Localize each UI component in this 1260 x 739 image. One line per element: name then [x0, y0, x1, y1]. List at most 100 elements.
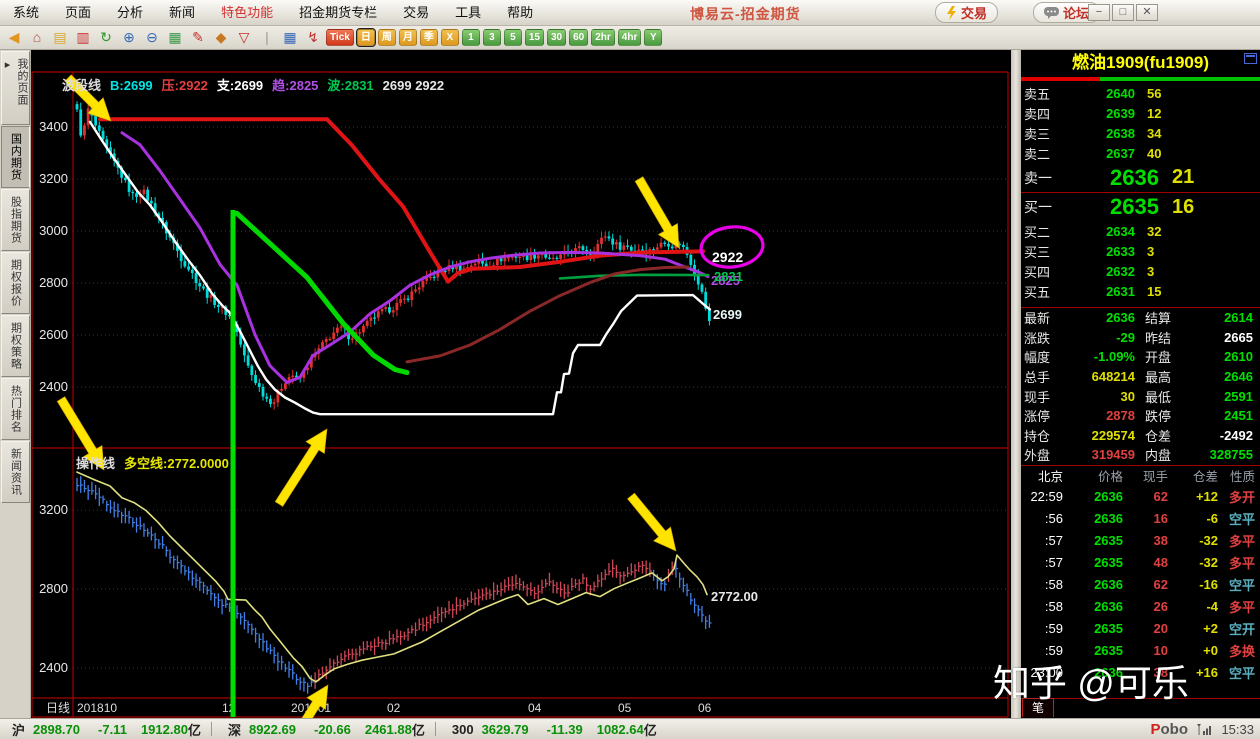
trade-button[interactable]: 交易 — [935, 2, 998, 23]
period-button-日[interactable]: 日 — [357, 29, 375, 46]
panel-restore-icon[interactable] — [1244, 53, 1257, 64]
menu-帮助[interactable]: 帮助 — [494, 0, 546, 25]
brush-icon[interactable]: ◆ — [211, 28, 231, 47]
menu-系统[interactable]: 系统 — [0, 0, 52, 25]
trade-type: 多开 — [1218, 487, 1258, 506]
draw-icon[interactable]: ✎ — [188, 28, 208, 47]
period-button-4hr[interactable]: 4hr — [618, 29, 642, 46]
trade-col-header: 性质 — [1218, 466, 1258, 485]
trade-type: 空平 — [1218, 509, 1258, 528]
trend-icon[interactable]: ↯ — [303, 28, 323, 47]
menu-新闻[interactable]: 新闻 — [156, 0, 208, 25]
trade-volume: 20 — [1123, 621, 1168, 636]
ask-row-3[interactable]: 卖三263834 — [1021, 123, 1260, 143]
svg-text:02: 02 — [387, 701, 401, 715]
trade-time: :57 — [1021, 555, 1063, 570]
home-icon[interactable]: ⌂ — [27, 28, 47, 47]
tick-trade-list[interactable]: 北京价格现手仓差性质22:59263662+12多开:56263616-6空平:… — [1021, 465, 1260, 683]
period-button-3[interactable]: 3 — [483, 29, 501, 46]
trade-price: 2635 — [1063, 533, 1123, 548]
bid-row-2[interactable]: 买二263432 — [1021, 221, 1260, 241]
sidebar-item-期权报价[interactable]: 期权报价 — [1, 252, 30, 314]
menu-招金期货专栏[interactable]: 招金期货专栏 — [286, 0, 390, 25]
bid-row-4[interactable]: 买四26323 — [1021, 261, 1260, 281]
period-button-周[interactable]: 周 — [378, 29, 396, 46]
book-label: 买四 — [1021, 262, 1067, 281]
index-name: 沪 — [12, 720, 25, 739]
maximize-button[interactable]: □ — [1112, 4, 1134, 21]
zoom-in-icon[interactable]: ⊕ — [119, 28, 139, 47]
period-button-1[interactable]: 1 — [462, 29, 480, 46]
index-change: -20.66 — [314, 722, 351, 737]
stat-row: 总手648214最高2646 — [1021, 367, 1260, 387]
overlay-icon[interactable]: ▦ — [165, 28, 185, 47]
period-button-Y[interactable]: Y — [644, 29, 662, 46]
stat-value: 2665 — [1181, 330, 1253, 345]
index-value: 3629.79 — [482, 722, 529, 737]
period-button-2hr[interactable]: 2hr — [591, 29, 615, 46]
book-label: 买一 — [1021, 197, 1067, 217]
menu-特色功能[interactable]: 特色功能 — [208, 0, 286, 25]
upper-indicator-legend: 波段线B:2699压:2922支:2699趋:2825波:28312699 29… — [62, 75, 453, 94]
book-price: 2635 — [1067, 194, 1159, 220]
sidebar-item-期权策略[interactable]: 期权策略 — [1, 315, 30, 377]
period-button-30[interactable]: 30 — [547, 29, 566, 46]
trade-oi-diff: +2 — [1168, 621, 1218, 636]
price-label: 2699 — [713, 307, 742, 322]
candlestick-chart[interactable]: 340032003000280026002400320028002400日线20… — [31, 50, 1011, 718]
index-change: -11.39 — [547, 722, 583, 737]
close-button[interactable]: ✕ — [1136, 4, 1158, 21]
period-button-X[interactable]: X — [441, 29, 459, 46]
stat-label: 开盘 — [1135, 347, 1181, 366]
price-label: 2831 — [714, 269, 743, 284]
index-quotes: 沪2898.70-7.111912.80亿深8922.69-20.662461.… — [0, 720, 663, 739]
sidebar-item-新闻资讯[interactable]: 新闻资讯 — [1, 441, 30, 503]
index-amount: 1912.80 — [141, 722, 188, 737]
watermark: 知乎 @可乐 — [993, 653, 1189, 707]
trade-price: 2636 — [1063, 511, 1123, 526]
period-button-15[interactable]: 15 — [525, 29, 544, 46]
quote-board-icon[interactable]: ▦ — [280, 28, 300, 47]
ask-row-2[interactable]: 卖二263740 — [1021, 143, 1260, 163]
back-icon[interactable]: ◀ — [4, 28, 24, 47]
book-price: 2639 — [1067, 106, 1135, 121]
sidebar-item-我的页面[interactable]: 我的页面▸ — [1, 51, 30, 125]
period-button-5[interactable]: 5 — [504, 29, 522, 46]
lower-indicator-legend: 操作线多空线:2772.0000 — [76, 453, 238, 472]
minimize-button[interactable]: − — [1088, 4, 1110, 21]
ask-row-1[interactable]: 卖一263621 — [1021, 163, 1260, 192]
trade-oi-diff: -32 — [1168, 533, 1218, 548]
period-button-Tick[interactable]: Tick — [326, 29, 354, 46]
sidebar-item-热门排名[interactable]: 热门排名 — [1, 378, 30, 440]
svg-text:3200: 3200 — [39, 171, 68, 186]
panel-splitter[interactable] — [1011, 50, 1021, 718]
filter-icon[interactable]: ▽ — [234, 28, 254, 47]
sidebar-item-国内期货[interactable]: 国内期货 — [1, 126, 30, 188]
title-bar: 系统页面分析新闻特色功能招金期货专栏交易工具帮助 博易云-招金期货 交易 论坛 … — [0, 0, 1260, 26]
stat-label: 幅度 — [1021, 347, 1061, 366]
period-button-月[interactable]: 月 — [399, 29, 417, 46]
lightning-icon — [946, 6, 957, 20]
sidebar-item-股指期货[interactable]: 股指期货 — [1, 189, 30, 251]
menu-工具[interactable]: 工具 — [442, 0, 494, 25]
period-button-60[interactable]: 60 — [569, 29, 588, 46]
refresh-icon[interactable]: ↻ — [96, 28, 116, 47]
chart-region[interactable]: 燃油1909 (010209)〈日线〉 商品叠加 周期 ← → ▥ 340032… — [31, 50, 1011, 718]
period-button-季[interactable]: 季 — [420, 29, 438, 46]
bid-row-1[interactable]: 买一263516 — [1021, 192, 1260, 221]
news-icon[interactable]: ▥ — [73, 28, 93, 47]
notes-icon[interactable]: ▤ — [50, 28, 70, 47]
ask-row-4[interactable]: 卖四263912 — [1021, 103, 1260, 123]
svg-text:2600: 2600 — [39, 327, 68, 342]
ask-row-5[interactable]: 卖五264056 — [1021, 83, 1260, 103]
trading-app: 系统页面分析新闻特色功能招金期货专栏交易工具帮助 博易云-招金期货 交易 论坛 … — [0, 0, 1260, 739]
svg-text:2400: 2400 — [39, 379, 68, 394]
menu-分析[interactable]: 分析 — [104, 0, 156, 25]
menu-页面[interactable]: 页面 — [52, 0, 104, 25]
zoom-out-icon[interactable]: ⊖ — [142, 28, 162, 47]
trade-time: :58 — [1021, 599, 1063, 614]
menu-交易[interactable]: 交易 — [390, 0, 442, 25]
bid-row-5[interactable]: 买五263115 — [1021, 281, 1260, 301]
book-volume: 34 — [1135, 126, 1207, 141]
bid-row-3[interactable]: 买三26333 — [1021, 241, 1260, 261]
